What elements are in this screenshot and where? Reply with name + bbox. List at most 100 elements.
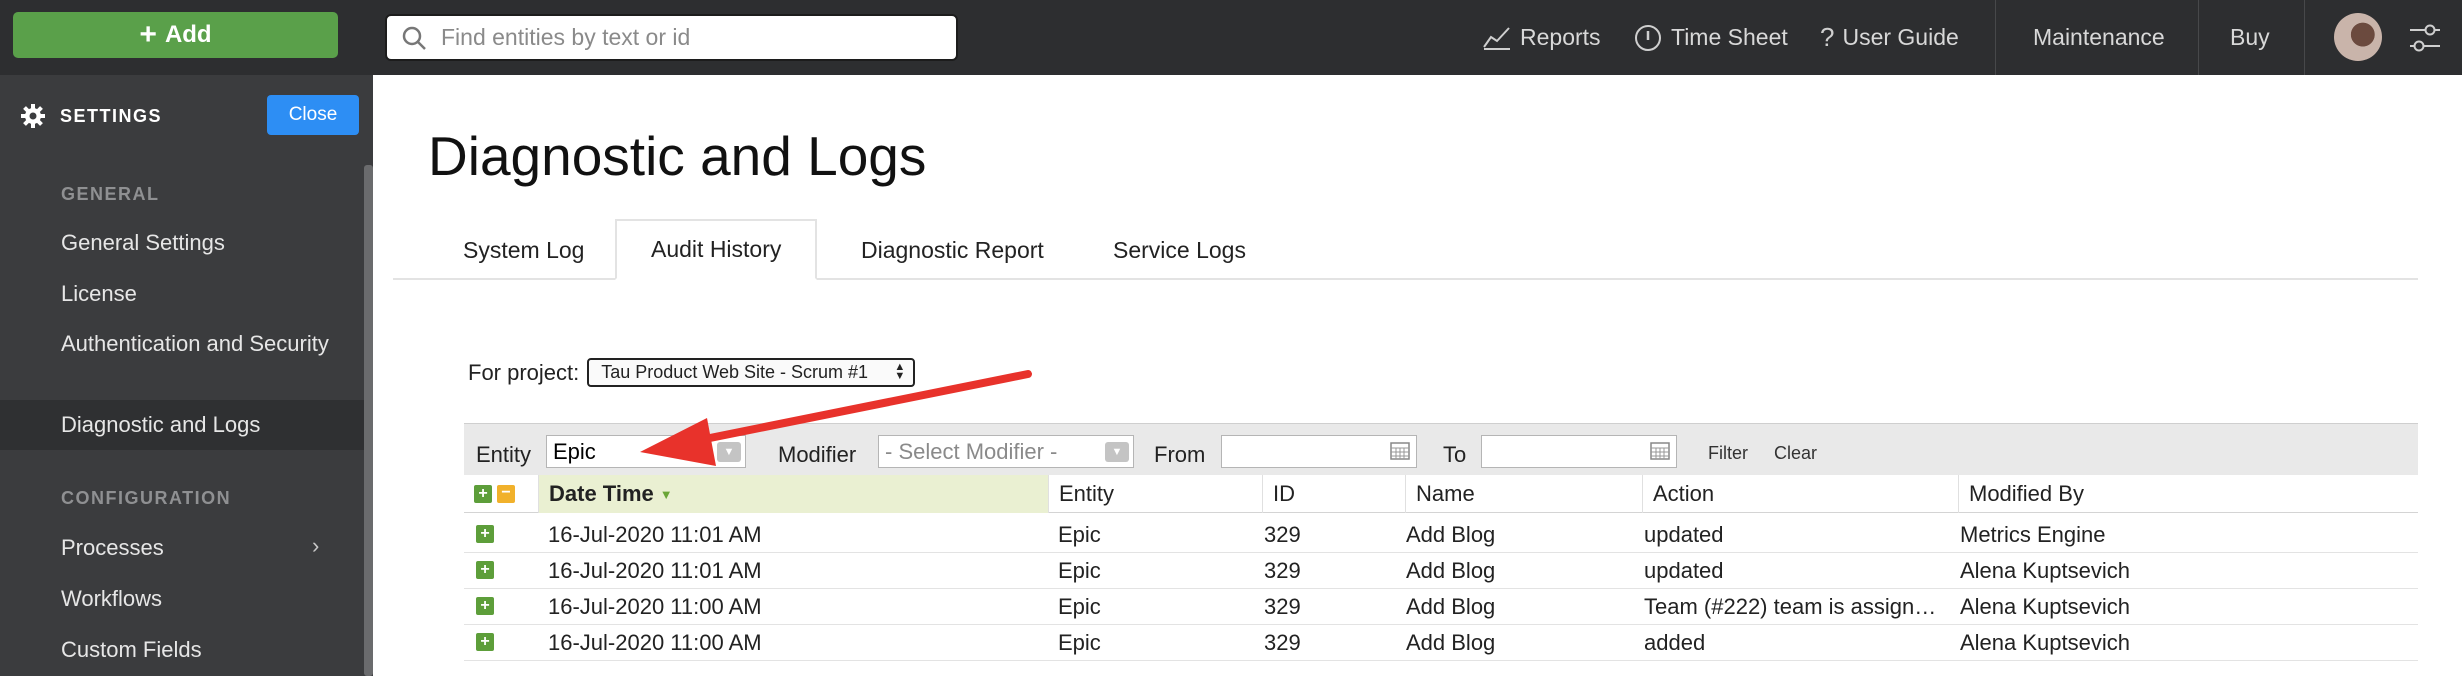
column-header-action[interactable]: Action (1642, 475, 1958, 513)
settings-header: SETTINGS (20, 103, 162, 129)
clock-icon (1635, 24, 1661, 51)
nav-timesheet-label: Time Sheet (1671, 24, 1788, 50)
top-bar: + Add Reports Time Sheet ? User Guide Ma… (0, 0, 2462, 75)
cell-id: 329 (1264, 522, 1301, 547)
from-date-input[interactable] (1221, 435, 1417, 468)
nav-divider (2198, 0, 2199, 75)
cell-entity: Epic (1058, 558, 1101, 583)
sidebar-item-custom-fields[interactable]: Custom Fields (61, 635, 341, 665)
sort-desc-icon: ▼ (659, 486, 673, 502)
dropdown-arrow-icon: ▼ (1105, 442, 1129, 462)
calendar-icon[interactable] (1650, 441, 1670, 461)
section-configuration-heading: CONFIGURATION (61, 488, 232, 508)
updown-arrows-icon: ▲ ▼ (894, 361, 906, 382)
to-date-input[interactable] (1481, 435, 1677, 468)
page-title: Diagnostic and Logs (428, 125, 927, 187)
sidebar-item-processes[interactable]: Processes (61, 533, 341, 563)
sidebar-item-diagnostic-logs[interactable]: Diagnostic and Logs (61, 410, 341, 440)
nav-reports[interactable]: Reports (1482, 0, 1601, 75)
avatar[interactable] (2334, 13, 2382, 61)
cell-id: 329 (1264, 558, 1301, 583)
tab-diagnostic-report[interactable]: Diagnostic Report (861, 220, 1044, 280)
nav-userguide-label: User Guide (1842, 24, 1959, 50)
filter-link[interactable]: Filter (1708, 443, 1748, 464)
tab-audit-history[interactable]: Audit History (615, 219, 818, 280)
column-header-name[interactable]: Name (1405, 475, 1642, 513)
sidebar-scrollbar[interactable] (364, 165, 373, 676)
cell-date-time: 16-Jul-2020 11:00 AM (548, 594, 762, 619)
nav-buy[interactable]: Buy (2230, 0, 2270, 75)
search-input[interactable] (441, 24, 941, 51)
expand-row-icon[interactable]: + (476, 597, 494, 615)
cell-name: Add Blog (1406, 522, 1496, 547)
cell-action: updated (1644, 522, 1724, 547)
calendar-icon[interactable] (1390, 441, 1410, 461)
expand-all-icon[interactable]: + (474, 485, 492, 503)
to-label: To (1443, 442, 1467, 467)
dropdown-arrow-icon: ▼ (717, 442, 741, 462)
nav-maintenance[interactable]: Maintenance (2033, 0, 2165, 75)
nav-divider (2304, 0, 2305, 75)
settings-title: SETTINGS (60, 105, 163, 126)
sidebar-item-general-settings[interactable]: General Settings (61, 228, 341, 258)
table-row[interactable]: + 16-Jul-2020 11:00 AM Epic 329 Add Blog… (464, 589, 2418, 625)
entity-selected-value: Epic (553, 438, 596, 464)
modifier-placeholder: - Select Modifier - (885, 438, 1058, 464)
sidebar-item-license[interactable]: License (61, 279, 341, 309)
project-filter: For project: Tau Product Web Site - Scru… (468, 358, 916, 387)
nav-timesheet[interactable]: Time Sheet (1633, 0, 1788, 75)
column-header-label: Date Time (549, 481, 654, 506)
table-header: + − Date Time ▼ Entity ID Name Action Mo… (464, 475, 2418, 513)
cell-modified-by: Alena Kuptsevich (1960, 630, 2130, 655)
preferences-button[interactable] (2408, 0, 2442, 75)
chart-line-icon (1483, 26, 1510, 50)
cell-modified-by: Alena Kuptsevich (1960, 558, 2130, 583)
cell-date-time: 16-Jul-2020 11:00 AM (548, 630, 762, 655)
nav-buy-label: Buy (2230, 24, 2270, 50)
table-row[interactable]: + 16-Jul-2020 11:01 AM Epic 329 Add Blog… (464, 553, 2418, 589)
expand-row-icon[interactable]: + (476, 525, 494, 543)
cell-id: 329 (1264, 630, 1301, 655)
cell-modified-by: Metrics Engine (1960, 522, 2106, 547)
close-button[interactable]: Close (267, 95, 359, 135)
column-header-modified-by[interactable]: Modified By (1958, 475, 2418, 513)
project-select[interactable]: Tau Product Web Site - Scrum #1 ▲ ▼ (587, 358, 916, 387)
section-general-heading: GENERAL (61, 184, 160, 204)
add-button[interactable]: + Add (13, 12, 338, 58)
column-header-id[interactable]: ID (1262, 475, 1405, 513)
expand-row-icon[interactable]: + (476, 633, 494, 651)
expand-row-icon[interactable]: + (476, 561, 494, 579)
column-header-date-time[interactable]: Date Time ▼ (538, 475, 1048, 513)
collapse-all-icon[interactable]: − (497, 485, 515, 503)
cell-modified-by: Alena Kuptsevich (1960, 594, 2130, 619)
entity-label: Entity (476, 442, 532, 467)
table-row[interactable]: + 16-Jul-2020 11:00 AM Epic 329 Add Blog… (464, 625, 2418, 661)
clear-link[interactable]: Clear (1774, 443, 1817, 464)
column-header-entity[interactable]: Entity (1048, 475, 1262, 513)
tab-system-log[interactable]: System Log (463, 220, 584, 280)
table-row[interactable]: + 16-Jul-2020 11:01 AM Epic 329 Add Blog… (464, 517, 2418, 553)
entity-select[interactable]: Epic ▼ (546, 435, 746, 468)
sidebar-item-workflows[interactable]: Workflows (61, 584, 341, 614)
expand-collapse-controls: + − (474, 485, 515, 503)
modifier-select[interactable]: - Select Modifier - ▼ (878, 435, 1134, 468)
sidebar-item-authentication[interactable]: Authentication and Security (61, 329, 341, 359)
cell-entity: Epic (1058, 594, 1101, 619)
cell-action: Team (#222) team is assign… (1644, 594, 1937, 619)
from-label: From (1154, 442, 1206, 467)
nav-divider (1995, 0, 1996, 75)
filter-bar: Entity Epic ▼ Modifier - Select Modifier… (464, 423, 2418, 475)
project-label: For project: (468, 359, 580, 385)
search-box[interactable] (385, 14, 958, 61)
app-root: + Add Reports Time Sheet ? User Guide Ma… (0, 0, 2462, 676)
settings-sidebar: SETTINGS Close GENERAL General Settings … (0, 75, 373, 676)
plus-icon: + (139, 18, 157, 51)
question-icon: ? (1820, 22, 1835, 52)
nav-reports-label: Reports (1520, 24, 1601, 50)
nav-userguide[interactable]: ? User Guide (1820, 0, 1959, 75)
cell-action: updated (1644, 558, 1724, 583)
add-button-label: Add (164, 21, 212, 48)
tab-service-logs[interactable]: Service Logs (1113, 220, 1246, 280)
project-selected-value: Tau Product Web Site - Scrum #1 (601, 362, 869, 382)
cell-name: Add Blog (1406, 594, 1496, 619)
